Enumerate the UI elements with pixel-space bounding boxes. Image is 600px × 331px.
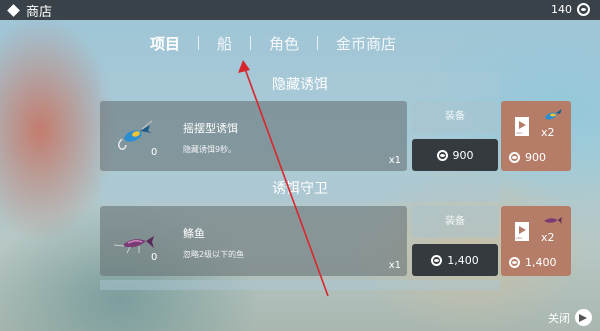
coin-icon	[436, 149, 448, 161]
equip-button[interactable]: 装备	[412, 101, 498, 133]
owned-count: 0	[151, 147, 158, 158]
mini-minnow-icon	[544, 217, 562, 224]
ad-price-value: 900	[525, 151, 546, 164]
top-bar: 商店 140	[0, 0, 600, 20]
ad-price-value: 1,400	[525, 256, 557, 269]
next-section-header	[100, 280, 500, 290]
mini-lure-icon	[545, 109, 562, 120]
coin-icon	[431, 254, 443, 266]
ads-badge: ADS	[516, 236, 523, 240]
shop-tabs: 项目 船 角色 金币商店	[150, 30, 450, 56]
item-description: 隐藏诱饵9秒。	[183, 145, 237, 154]
coin-icon	[577, 3, 590, 16]
ads-badge: ADS	[516, 131, 523, 135]
shop-panel: 隐藏诱饵 0 摇摆型诱饵 隐藏诱饵9秒。 x1 装备 900 ADS x2 90…	[100, 72, 571, 290]
item-card-wobble-lure[interactable]: 0 摇摆型诱饵 隐藏诱饵9秒。 x1	[100, 101, 407, 171]
watch-ad-button[interactable]: ADS x2 900	[501, 101, 571, 171]
ad-quantity: x2	[541, 126, 555, 139]
ad-price: 1,400	[509, 256, 557, 269]
tab-characters[interactable]: 角色	[269, 33, 299, 54]
diamond-icon	[7, 3, 20, 17]
price-value: 1,400	[447, 253, 479, 267]
buy-price-button[interactable]: 900	[412, 139, 498, 171]
item-quantity: x1	[388, 260, 401, 271]
tab-items[interactable]: 项目	[150, 33, 180, 54]
section-header-hide-lure: 隐藏诱饵	[100, 72, 500, 98]
watch-ad-button[interactable]: ADS x2 1,400	[501, 206, 571, 276]
close-button[interactable]: 关闭	[548, 309, 592, 326]
item-name: 鲦鱼	[183, 227, 205, 240]
item-description: 忽略2级以下的鱼	[183, 250, 245, 259]
close-label: 关闭	[548, 311, 570, 325]
ad-quantity: x2	[541, 231, 555, 244]
coin-icon	[509, 257, 520, 268]
item-name: 摇摆型诱饵	[183, 122, 238, 135]
tab-coin-shop[interactable]: 金币商店	[336, 33, 396, 54]
equip-button[interactable]: 装备	[412, 206, 498, 238]
tab-divider	[198, 36, 200, 50]
buy-price-button[interactable]: 1,400	[412, 244, 498, 276]
page-title: 商店	[26, 4, 53, 20]
arrow-right-icon	[575, 309, 592, 326]
coin-icon	[509, 152, 520, 163]
tab-boats[interactable]: 船	[217, 33, 232, 54]
price-value: 900	[452, 148, 474, 162]
coin-balance-value: 140	[551, 3, 572, 16]
owned-count: 0	[151, 252, 158, 263]
coin-balance: 140	[551, 3, 590, 16]
tab-divider	[250, 36, 252, 50]
section-header-bait-guard: 诱饵守卫	[100, 176, 500, 202]
wobble-lure-icon	[118, 120, 153, 150]
item-card-minnow[interactable]: 0 鲦鱼 忽略2级以下的鱼 x1	[100, 206, 407, 276]
item-quantity: x1	[388, 155, 401, 166]
minnow-lure-icon	[113, 236, 154, 254]
ad-price: 900	[509, 151, 546, 164]
tab-divider	[317, 36, 319, 50]
